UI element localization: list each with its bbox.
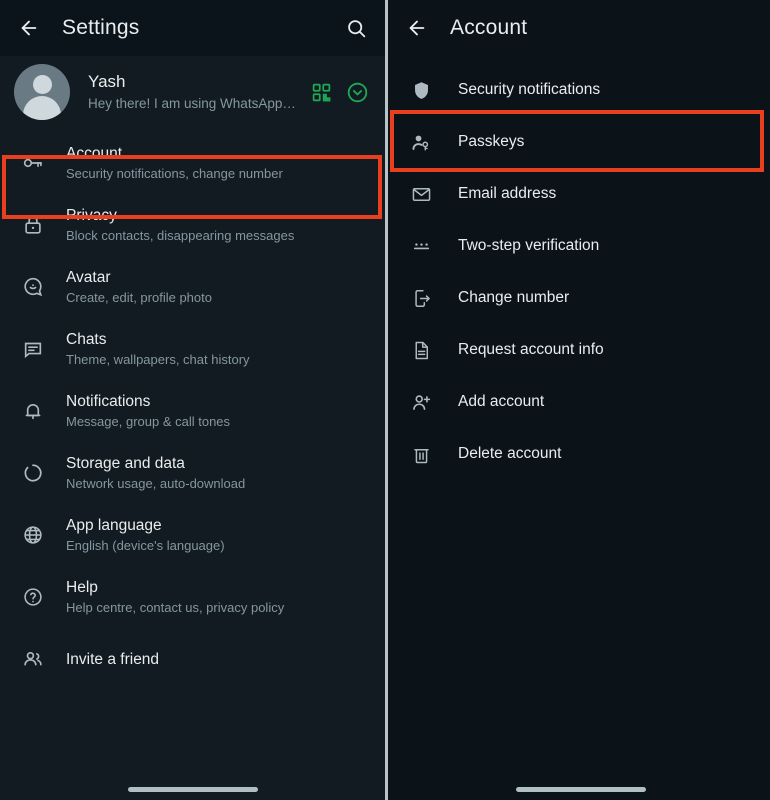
account-item-change-number[interactable]: Change number bbox=[388, 272, 770, 324]
settings-text: Storage and data Network usage, auto-dow… bbox=[66, 453, 245, 493]
settings-item-title: App language bbox=[66, 517, 162, 534]
qr-code-icon[interactable] bbox=[311, 82, 332, 103]
account-item-label: Request account info bbox=[458, 341, 604, 358]
storage-ring-icon bbox=[16, 462, 50, 484]
settings-item-title: Storage and data bbox=[66, 455, 185, 472]
settings-title: Settings bbox=[62, 16, 140, 39]
account-title: Account bbox=[450, 16, 528, 39]
account-item-label: Email address bbox=[458, 185, 557, 202]
settings-item-subtitle: Message, group & call tones bbox=[66, 414, 231, 429]
settings-item-title: Help bbox=[66, 579, 98, 596]
settings-appbar: Settings bbox=[0, 0, 385, 56]
key-icon bbox=[16, 152, 50, 174]
settings-item-subtitle: Theme, wallpapers, chat history bbox=[66, 352, 250, 367]
phone-arrow-icon bbox=[406, 288, 436, 309]
settings-item-storage-and-data[interactable]: Storage and data Network usage, auto-dow… bbox=[0, 442, 385, 504]
settings-item-chats[interactable]: Chats Theme, wallpapers, chat history bbox=[0, 318, 385, 380]
settings-text: Help Help centre, contact us, privacy po… bbox=[66, 577, 284, 617]
search-icon[interactable] bbox=[341, 13, 371, 43]
settings-item-privacy[interactable]: Privacy Block contacts, disappearing mes… bbox=[0, 194, 385, 256]
settings-text: Chats Theme, wallpapers, chat history bbox=[66, 329, 250, 369]
chat-bubble-icon bbox=[16, 338, 50, 360]
settings-item-avatar[interactable]: Avatar Create, edit, profile photo bbox=[0, 256, 385, 318]
settings-item-title: Account bbox=[66, 145, 123, 162]
envelope-icon bbox=[406, 184, 436, 205]
account-item-label: Two-step verification bbox=[458, 237, 600, 254]
settings-text: App language English (device's language) bbox=[66, 515, 225, 555]
account-item-label: Add account bbox=[458, 393, 545, 410]
bell-icon bbox=[16, 400, 50, 422]
account-item-request-account-info[interactable]: Request account info bbox=[388, 324, 770, 376]
profile-name: Yash bbox=[88, 72, 126, 91]
avatar-body bbox=[23, 96, 61, 120]
settings-item-subtitle: Help centre, contact us, privacy policy bbox=[66, 600, 285, 615]
chevron-down-circle-icon[interactable] bbox=[346, 81, 369, 104]
account-item-email-address[interactable]: Email address bbox=[388, 168, 770, 220]
settings-item-title: Chats bbox=[66, 331, 107, 348]
three-dots-icon bbox=[406, 236, 436, 257]
settings-item-subtitle: English (device's language) bbox=[66, 538, 225, 553]
settings-item-title: Notifications bbox=[66, 393, 151, 410]
settings-item-notifications[interactable]: Notifications Message, group & call tone… bbox=[0, 380, 385, 442]
settings-text: Account Security notifications, change n… bbox=[66, 143, 283, 183]
profile-row[interactable]: Yash Hey there! I am using WhatsApp… bbox=[0, 56, 385, 130]
settings-text: Privacy Block contacts, disappearing mes… bbox=[66, 205, 294, 245]
avatar-head bbox=[32, 75, 52, 94]
settings-item-title: Avatar bbox=[66, 269, 111, 286]
home-indicator bbox=[128, 787, 258, 792]
lock-icon bbox=[16, 214, 50, 236]
settings-item-subtitle: Block contacts, disappearing messages bbox=[66, 228, 295, 243]
account-item-two-step-verification[interactable]: Two-step verification bbox=[388, 220, 770, 272]
settings-list: Account Security notifications, change n… bbox=[0, 130, 385, 690]
shield-icon bbox=[406, 80, 436, 101]
person-key-icon bbox=[406, 132, 436, 153]
profile-status: Hey there! I am using WhatsApp… bbox=[88, 96, 296, 111]
settings-text: Avatar Create, edit, profile photo bbox=[66, 267, 212, 307]
account-panel: Account Security notifications Passkeys … bbox=[388, 0, 770, 800]
back-arrow-icon[interactable] bbox=[14, 13, 44, 43]
avatar-face-icon bbox=[16, 276, 50, 298]
settings-item-subtitle: Create, edit, profile photo bbox=[66, 290, 212, 305]
account-item-label: Passkeys bbox=[458, 133, 525, 150]
account-item-passkeys[interactable]: Passkeys bbox=[388, 116, 770, 168]
settings-item-app-language[interactable]: App language English (device's language) bbox=[0, 504, 385, 566]
settings-text: Notifications Message, group & call tone… bbox=[66, 391, 230, 431]
settings-item-subtitle: Network usage, auto-download bbox=[66, 476, 246, 491]
settings-item-subtitle: Security notifications, change number bbox=[66, 166, 283, 181]
account-item-label: Change number bbox=[458, 289, 570, 306]
settings-item-account[interactable]: Account Security notifications, change n… bbox=[0, 132, 385, 194]
settings-item-invite-a-friend[interactable]: Invite a friend bbox=[0, 628, 385, 690]
profile-text: Yash Hey there! I am using WhatsApp… bbox=[88, 71, 305, 113]
globe-icon bbox=[16, 524, 50, 546]
account-item-add-account[interactable]: Add account bbox=[388, 376, 770, 428]
settings-item-title: Invite a friend bbox=[66, 650, 160, 668]
back-arrow-icon[interactable] bbox=[402, 13, 432, 43]
person-plus-icon bbox=[406, 392, 436, 413]
account-item-delete-account[interactable]: Delete account bbox=[388, 428, 770, 480]
account-appbar: Account bbox=[388, 0, 770, 56]
account-list: Security notifications Passkeys Email ad… bbox=[388, 56, 770, 480]
help-circle-icon bbox=[16, 586, 50, 608]
home-indicator bbox=[516, 787, 646, 792]
document-icon bbox=[406, 340, 436, 361]
settings-item-help[interactable]: Help Help centre, contact us, privacy po… bbox=[0, 566, 385, 628]
screenshot-root: Settings Yash Hey there! I am using What… bbox=[0, 0, 770, 800]
account-item-label: Security notifications bbox=[458, 81, 601, 98]
settings-text: Invite a friend bbox=[66, 649, 159, 670]
account-item-security-notifications[interactable]: Security notifications bbox=[388, 64, 770, 116]
people-icon bbox=[16, 648, 50, 670]
trash-icon bbox=[406, 444, 436, 465]
settings-item-title: Privacy bbox=[66, 207, 117, 224]
settings-panel: Settings Yash Hey there! I am using What… bbox=[0, 0, 385, 800]
profile-actions bbox=[311, 81, 369, 104]
avatar[interactable] bbox=[14, 64, 70, 120]
account-item-label: Delete account bbox=[458, 445, 562, 462]
